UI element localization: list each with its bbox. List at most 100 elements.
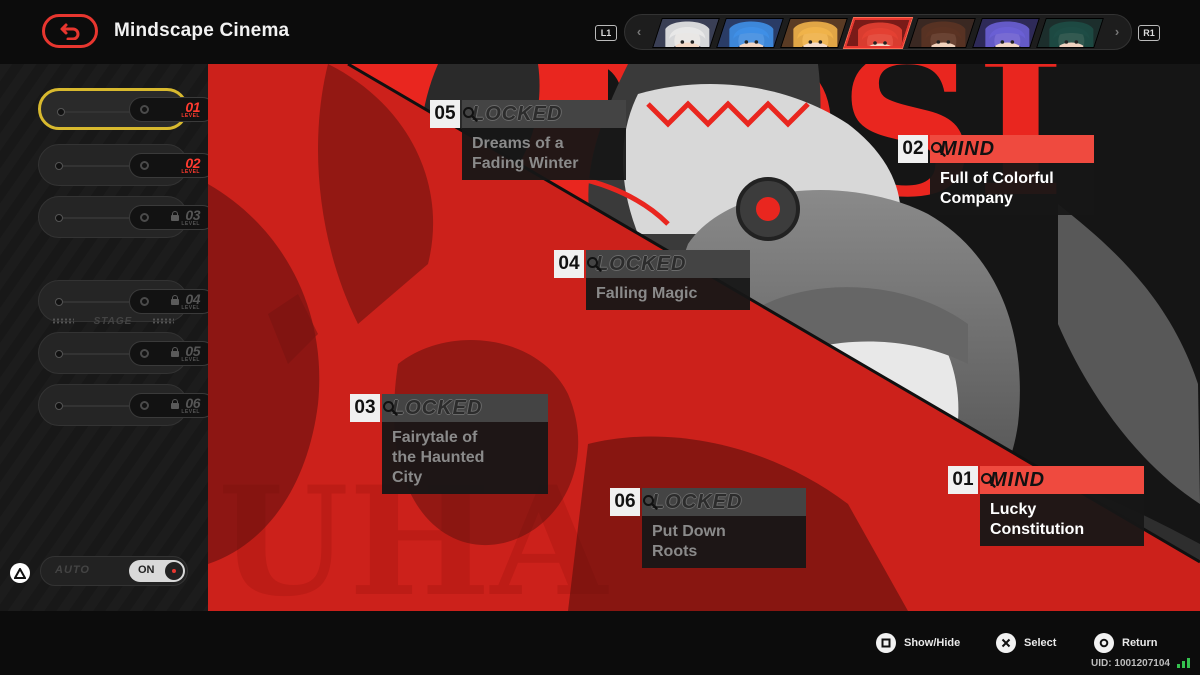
magnifier-icon[interactable] bbox=[586, 256, 602, 272]
character-portrait[interactable] bbox=[972, 18, 1040, 48]
hint-label: Return bbox=[1122, 637, 1158, 649]
level-01-button[interactable]: 01 LEVEL bbox=[38, 88, 215, 130]
level-tag: LEVEL bbox=[181, 221, 200, 227]
auto-switch[interactable]: ON bbox=[129, 560, 185, 582]
auto-label: AUTO bbox=[55, 564, 90, 576]
triangle-button-icon[interactable] bbox=[10, 563, 30, 583]
card-status: LOCKED bbox=[472, 102, 563, 125]
back-button[interactable] bbox=[42, 14, 98, 48]
card-status-bar: LOCKED bbox=[642, 488, 806, 516]
card-number: 03 bbox=[350, 394, 380, 422]
select-hint[interactable]: Select bbox=[996, 633, 1056, 653]
r1-button[interactable]: R1 bbox=[1138, 25, 1160, 41]
card-title-line: the Haunted bbox=[392, 449, 485, 466]
magnifier-icon[interactable] bbox=[642, 494, 658, 510]
card-title-box: Lucky Constitution bbox=[980, 494, 1144, 546]
level-tag: LEVEL bbox=[181, 305, 200, 311]
character-avatar bbox=[908, 18, 976, 48]
indicator-dot bbox=[55, 350, 63, 358]
card-status: MIND bbox=[940, 137, 996, 160]
indicator-dot bbox=[55, 298, 63, 306]
stage-label: STAGE bbox=[93, 315, 133, 327]
level-02-button[interactable]: 02 LEVEL bbox=[38, 144, 215, 186]
card-title-box: Fairytale of the Haunted City bbox=[382, 422, 548, 494]
card-title-line: Dreams of a bbox=[472, 135, 564, 152]
level-sidebar: 01 LEVEL 02 LEVEL 03 LEVEL 04 LEVEL 05 LEVEL 06 LEV… bbox=[0, 64, 215, 611]
indicator-dot bbox=[55, 214, 63, 222]
circle-icon bbox=[1094, 633, 1114, 653]
connector-line bbox=[63, 165, 129, 167]
level-knob: 02 LEVEL bbox=[129, 153, 215, 178]
card-status-bar: LOCKED bbox=[586, 250, 750, 278]
memory-card-03[interactable]: 03 LOCKED Fairytale of the Haunted City bbox=[350, 394, 548, 494]
page-title: Mindscape Cinema bbox=[114, 20, 290, 41]
character-avatar bbox=[972, 18, 1040, 48]
card-title-line: Falling Magic bbox=[596, 285, 698, 302]
magnifier-icon[interactable] bbox=[382, 400, 398, 416]
character-portrait[interactable] bbox=[1036, 18, 1104, 48]
level-knob: 01 LEVEL bbox=[129, 97, 215, 122]
memory-card-05[interactable]: 05 LOCKED Dreams of a Fading Winter bbox=[430, 100, 626, 180]
show-hide-hint[interactable]: Show/Hide bbox=[876, 633, 960, 653]
uid-text: UID: 1001207104 bbox=[1091, 658, 1170, 669]
card-title-line: City bbox=[392, 469, 423, 486]
magnifier-icon[interactable] bbox=[980, 472, 996, 488]
character-portrait[interactable] bbox=[652, 18, 720, 48]
card-number: 02 bbox=[898, 135, 928, 163]
character-portrait[interactable] bbox=[780, 18, 848, 48]
lock-icon bbox=[171, 295, 179, 305]
card-status: LOCKED bbox=[652, 490, 743, 513]
card-title-box: Dreams of a Fading Winter bbox=[462, 128, 626, 180]
memory-card-06[interactable]: 06 LOCKED Put Down Roots bbox=[610, 488, 806, 568]
knob-dot bbox=[140, 213, 149, 222]
level-05-button[interactable]: 05 LEVEL bbox=[38, 332, 215, 374]
card-title-line: Lucky bbox=[990, 501, 1037, 518]
lock-icon bbox=[171, 399, 179, 409]
lock-icon bbox=[171, 347, 179, 357]
level-03-button[interactable]: 03 LEVEL bbox=[38, 196, 215, 238]
magnifier-icon[interactable] bbox=[462, 106, 478, 122]
memory-card-01[interactable]: 01 MIND Lucky Constitution bbox=[948, 466, 1144, 546]
level-tag: LEVEL bbox=[181, 169, 200, 175]
card-title-line: Put Down bbox=[652, 523, 726, 540]
card-status: LOCKED bbox=[596, 252, 687, 275]
chevron-right-icon[interactable]: › bbox=[1111, 25, 1123, 39]
card-title-line: Roots bbox=[652, 543, 698, 560]
stage-divider: STAGE bbox=[52, 314, 174, 328]
memory-card-02[interactable]: 02 MIND Full of Colorful Company bbox=[898, 135, 1094, 215]
card-status-bar: LOCKED bbox=[382, 394, 548, 422]
card-title-line: Fairytale of bbox=[392, 429, 478, 446]
card-number: 04 bbox=[554, 250, 584, 278]
character-avatar bbox=[844, 18, 912, 48]
character-portrait[interactable] bbox=[716, 18, 784, 48]
chevron-left-icon[interactable]: ‹ bbox=[633, 25, 645, 39]
memory-card-04[interactable]: 04 LOCKED Falling Magic bbox=[554, 250, 750, 310]
l1-button[interactable]: L1 bbox=[595, 25, 617, 41]
character-portrait[interactable] bbox=[844, 18, 912, 48]
knob-dot bbox=[140, 401, 149, 410]
character-portrait[interactable] bbox=[908, 18, 976, 48]
magnifier-icon[interactable] bbox=[930, 141, 946, 157]
switch-knob bbox=[165, 562, 183, 580]
bottom-bar: Show/Hide Select Return UID: 1001207104 bbox=[0, 611, 1200, 675]
connector-line bbox=[63, 353, 129, 355]
return-hint[interactable]: Return bbox=[1094, 633, 1157, 653]
connector-line bbox=[63, 301, 129, 303]
card-title-box: Full of Colorful Company bbox=[930, 163, 1094, 215]
card-status-bar: LOCKED bbox=[462, 100, 626, 128]
signal-icon bbox=[1177, 658, 1191, 668]
indicator-dot bbox=[57, 108, 65, 116]
card-title-line: Company bbox=[940, 190, 1013, 207]
card-title-box: Falling Magic bbox=[586, 278, 750, 310]
indicator-dot bbox=[55, 162, 63, 170]
card-status: LOCKED bbox=[392, 396, 483, 419]
character-avatar bbox=[1036, 18, 1104, 48]
auto-state-label: ON bbox=[138, 564, 155, 576]
knob-dot bbox=[140, 161, 149, 170]
knob-dot bbox=[140, 349, 149, 358]
character-avatar bbox=[652, 18, 720, 48]
auto-play-toggle[interactable]: AUTO ON bbox=[40, 556, 188, 586]
divider-dots bbox=[52, 318, 74, 324]
level-tag: LEVEL bbox=[181, 409, 200, 415]
level-06-button[interactable]: 06 LEVEL bbox=[38, 384, 215, 426]
